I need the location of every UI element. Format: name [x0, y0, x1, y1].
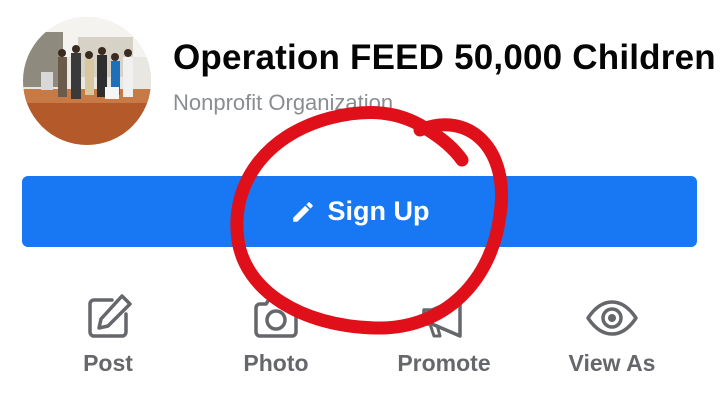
page-title: Operation FEED 50,000 Children	[173, 38, 716, 77]
edit-icon	[80, 290, 136, 346]
page-actions-bar: Post Photo Promote View As	[0, 290, 720, 390]
page-avatar[interactable]	[23, 17, 151, 145]
page-category: Nonprofit Organization	[173, 90, 394, 115]
photo-action[interactable]: Photo	[196, 290, 356, 377]
avatar-photo	[23, 17, 151, 145]
promote-label: Promote	[397, 350, 491, 376]
photo-label: Photo	[243, 350, 309, 376]
camera-icon	[248, 290, 304, 346]
sign-up-button[interactable]: Sign Up	[22, 176, 697, 247]
post-action[interactable]: Post	[28, 290, 188, 377]
page-header: Operation FEED 50,000 Children Nonprofit…	[0, 0, 720, 160]
view-as-label: View As	[568, 350, 656, 376]
eye-icon	[584, 290, 640, 346]
post-label: Post	[83, 350, 133, 376]
view-as-action[interactable]: View As	[532, 290, 692, 377]
sign-up-label: Sign Up	[327, 196, 430, 226]
pencil-icon	[290, 199, 316, 225]
promote-action[interactable]: Promote	[364, 290, 524, 377]
megaphone-icon	[416, 290, 472, 346]
